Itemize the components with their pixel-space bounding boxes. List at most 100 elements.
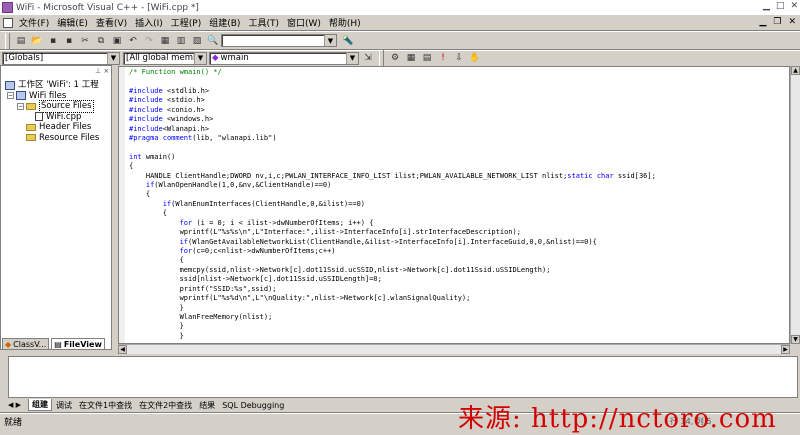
- scroll-right-icon[interactable]: ▶: [781, 345, 790, 354]
- code-line[interactable]: int wmain(): [129, 153, 656, 162]
- collapse-icon[interactable]: −: [7, 92, 14, 100]
- code-line[interactable]: {: [129, 190, 656, 199]
- code-line[interactable]: WlanFreeMemory(nlist);: [129, 313, 656, 322]
- doc-minimize-icon[interactable]: ▁: [759, 17, 766, 27]
- menu-insert[interactable]: 插入(I): [131, 16, 167, 29]
- code-line[interactable]: if(WlanGetAvailableNetworkList(ClientHan…: [129, 238, 656, 247]
- code-line[interactable]: for(c=0;c<nlist->dwNumberOfItems;c++): [129, 247, 656, 256]
- class-combo[interactable]: [Globals] ▼: [2, 51, 120, 65]
- tree-header-files[interactable]: Header Files: [5, 122, 99, 133]
- output-window-icon[interactable]: ▥: [174, 34, 188, 48]
- build-stop-icon[interactable]: ▤: [420, 51, 434, 65]
- find-in-files-icon[interactable]: 🔍: [206, 34, 220, 48]
- close-icon[interactable]: ✕: [790, 1, 798, 11]
- menu-window[interactable]: 窗口(W): [283, 16, 325, 29]
- code-line[interactable]: {: [129, 162, 656, 171]
- chevron-down-icon[interactable]: ▼: [346, 52, 358, 64]
- tree-resource-files[interactable]: Resource Files: [5, 133, 99, 144]
- tab-debug[interactable]: 调试: [53, 400, 75, 411]
- save-icon[interactable]: ▪: [46, 34, 60, 48]
- code-line[interactable]: #include <stdlib.h>: [129, 87, 656, 96]
- copy-icon[interactable]: ⧉: [94, 34, 108, 48]
- code-line[interactable]: memcpy(ssid,nlist->Network[c].dot11Ssid.…: [129, 266, 656, 275]
- code-line[interactable]: #include <conio.h>: [129, 106, 656, 115]
- doc-restore-icon[interactable]: ❐: [773, 17, 781, 27]
- code-line[interactable]: {: [129, 256, 656, 265]
- menu-project[interactable]: 工程(P): [167, 16, 205, 29]
- menu-file[interactable]: 文件(F): [15, 16, 53, 29]
- code-line[interactable]: }: [129, 332, 656, 341]
- undo-icon[interactable]: ↶: [126, 34, 140, 48]
- menu-view[interactable]: 查看(V): [92, 16, 131, 29]
- code-line[interactable]: printf("SSID:%s",ssid);: [129, 285, 656, 294]
- tab-scroll-arrows-icon[interactable]: ◀ ▶: [8, 401, 21, 409]
- code-line[interactable]: ssid[nlist->Network[c].dot11Ssid.uSSIDLe…: [129, 275, 656, 284]
- code-line[interactable]: [129, 143, 656, 152]
- code-line[interactable]: if(WlanOpenHandle(1,0,&nv,&ClientHandle)…: [129, 181, 656, 190]
- cut-icon[interactable]: ✂: [78, 34, 92, 48]
- code-text[interactable]: /* Function wmain() */ #include <stdlib.h…: [129, 68, 656, 341]
- code-line[interactable]: HANDLE ClientHandle;DWORD nv,i,c;PWLAN_I…: [129, 172, 656, 181]
- code-editor[interactable]: /* Function wmain() */ #include <stdlib.h…: [118, 66, 790, 344]
- tree-workspace-root[interactable]: 工作区 'WiFi': 1 工程: [5, 80, 99, 91]
- chevron-down-icon[interactable]: ▼: [107, 52, 119, 64]
- code-line[interactable]: /* Function wmain() */: [129, 68, 656, 77]
- code-line[interactable]: }: [129, 304, 656, 313]
- tab-fileview[interactable]: ▤ FileView: [51, 338, 105, 350]
- code-line[interactable]: }: [129, 322, 656, 331]
- code-line[interactable]: wprintf(L"%s%s\n",L"Interface:",ilist->I…: [129, 228, 656, 237]
- wizard-action-icon[interactable]: ⇲: [361, 51, 375, 65]
- tab-classview[interactable]: ◆ ClassV...: [2, 338, 50, 350]
- breakpoint-icon[interactable]: ✋: [468, 51, 482, 65]
- code-line[interactable]: if(WlanEnumInterfaces(ClientHandle,0,&il…: [129, 200, 656, 209]
- code-line[interactable]: #include<Wlanapi.h>: [129, 125, 656, 134]
- scroll-left-icon[interactable]: ◀: [118, 345, 127, 354]
- collapse-icon[interactable]: −: [17, 102, 24, 110]
- menu-edit[interactable]: 编辑(E): [53, 16, 92, 29]
- workspace-icon[interactable]: ▦: [158, 34, 172, 48]
- tab-find-in-files-1[interactable]: 在文件1中查找: [76, 400, 135, 411]
- scroll-down-icon[interactable]: ▼: [791, 335, 800, 344]
- workspace-pin-icon[interactable]: ⊥ ×: [95, 67, 109, 75]
- window-list-icon[interactable]: ▧: [190, 34, 204, 48]
- redo-icon[interactable]: ↷: [142, 34, 156, 48]
- tab-results[interactable]: 结果: [196, 400, 218, 411]
- code-line[interactable]: #pragma comment(lib, "wlanapi.lib"): [129, 134, 656, 143]
- code-line[interactable]: [129, 77, 656, 86]
- menu-build[interactable]: 组建(B): [205, 16, 244, 29]
- go-icon[interactable]: ⇩: [452, 51, 466, 65]
- code-line[interactable]: for (i = 0; i < ilist->dwNumberOfItems; …: [129, 219, 656, 228]
- horizontal-scrollbar[interactable]: ◀ ▶: [118, 344, 790, 354]
- paste-icon[interactable]: ▣: [110, 34, 124, 48]
- tree-file-wifi-cpp[interactable]: WiFi.cpp: [5, 112, 99, 123]
- code-line[interactable]: #include <windows.h>: [129, 115, 656, 124]
- vertical-scrollbar[interactable]: ▲ ▼: [790, 66, 800, 344]
- build-icon[interactable]: ▦: [404, 51, 418, 65]
- find-icon[interactable]: 🔦: [341, 34, 355, 48]
- maximize-icon[interactable]: □: [776, 1, 785, 11]
- compile-icon[interactable]: ⚙: [388, 51, 402, 65]
- save-all-icon[interactable]: ▪: [62, 34, 76, 48]
- chevron-down-icon[interactable]: ▼: [194, 52, 206, 64]
- menu-tools[interactable]: 工具(T): [244, 16, 283, 29]
- doc-close-icon[interactable]: ✕: [788, 17, 796, 27]
- find-combo[interactable]: ▼: [221, 34, 337, 47]
- execute-icon[interactable]: !: [436, 51, 450, 65]
- code-line[interactable]: #include <stdio.h>: [129, 96, 656, 105]
- menu-help[interactable]: 帮助(H): [325, 16, 365, 29]
- code-line[interactable]: wprintf(L"%s%d\n",L"\nQuality:",nlist->N…: [129, 294, 656, 303]
- members-combo[interactable]: [All global members ▼: [123, 51, 207, 65]
- tab-build[interactable]: 组建: [28, 399, 52, 411]
- open-icon[interactable]: 📂: [30, 34, 44, 48]
- tab-find-in-files-2[interactable]: 在文件2中查找: [136, 400, 195, 411]
- tab-sql-debugging[interactable]: SQL Debugging: [219, 401, 287, 410]
- output-pane[interactable]: [8, 356, 798, 398]
- chevron-down-icon[interactable]: ▼: [324, 35, 336, 46]
- scroll-up-icon[interactable]: ▲: [791, 66, 800, 75]
- minimize-icon[interactable]: ▁: [763, 1, 770, 11]
- new-icon[interactable]: ▤: [14, 34, 28, 48]
- tree-source-files[interactable]: − Source Files: [5, 100, 99, 113]
- code-line[interactable]: {: [129, 209, 656, 218]
- document-icon[interactable]: [3, 17, 13, 28]
- function-combo[interactable]: ◆ wmain ▼: [209, 51, 359, 65]
